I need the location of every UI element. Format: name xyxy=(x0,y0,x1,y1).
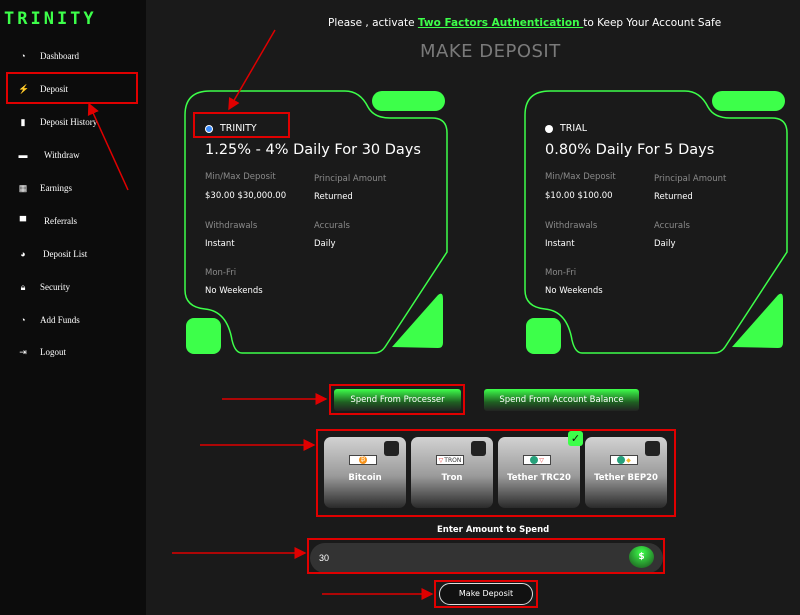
currency-name: Tron xyxy=(441,473,463,483)
sidebar-item-logout[interactable]: ⇥ Logout xyxy=(18,342,66,362)
plan-card-trinity[interactable]: TRINITY 1.25% - 4% Daily For 30 Days Min… xyxy=(180,85,460,360)
gauge-icon: ◔ xyxy=(20,315,26,325)
plan-card-trial[interactable]: TRIAL 0.80% Daily For 5 Days Min/Max Dep… xyxy=(520,85,800,360)
handshake-icon: ▀ xyxy=(19,216,27,226)
withdrawals-label: Withdrawals xyxy=(205,221,258,231)
plan-rate: 1.25% - 4% Daily For 30 Days xyxy=(205,142,421,158)
currency-bitcoin[interactable]: ₿ Bitcoin xyxy=(324,437,406,508)
tether-tron-icon: ▽ xyxy=(523,455,551,465)
min-max-label: Min/Max Deposit xyxy=(545,172,616,182)
accruals-label: Accurals xyxy=(654,221,690,231)
bitcoin-icon: ₿ xyxy=(349,455,377,465)
plan-name: TRIAL xyxy=(560,123,587,134)
gauge-icon: ◔ xyxy=(20,51,26,61)
schedule-value: No Weekends xyxy=(545,286,603,296)
tether-bnb-icon: ◆ xyxy=(610,455,638,465)
plan-radio[interactable] xyxy=(545,124,553,133)
sidebar-item-label: Dashboard xyxy=(40,51,79,61)
principal-value: Returned xyxy=(654,192,693,202)
withdrawals-label: Withdrawals xyxy=(545,221,598,231)
amount-label: Enter Amount to Spend xyxy=(437,525,550,535)
currency-tether-trc20[interactable]: ✓ ▽ Tether TRC20 xyxy=(498,431,583,508)
security-notice: Please , activate Two Factors Authentica… xyxy=(328,17,721,29)
lock-icon: 🔒︎ xyxy=(20,281,26,292)
tron-icon: ▽ TRON xyxy=(436,455,464,465)
sign-in-icon: ⇥ xyxy=(19,346,27,357)
make-deposit-button[interactable]: Make Deposit xyxy=(439,583,533,605)
two-factor-link[interactable]: Two Factors Authentication xyxy=(418,17,583,29)
sidebar-item-label: Deposit xyxy=(40,84,68,94)
bolt-icon: ⚡ xyxy=(18,83,30,94)
spend-from-balance-button[interactable]: Spend From Account Balance xyxy=(484,389,639,411)
currency-name: Tether BEP20 xyxy=(594,473,658,483)
sidebar-item-label: Deposit List xyxy=(43,249,88,259)
withdrawals-value: Instant xyxy=(205,239,235,249)
sidebar-item-deposit-history[interactable]: ▮ Deposit History xyxy=(18,112,98,132)
tron-logo-text: TRON xyxy=(444,456,462,464)
checkbox[interactable] xyxy=(645,441,660,456)
plan-name: TRINITY xyxy=(220,123,257,134)
spend-from-processor-button[interactable]: Spend From Processer xyxy=(334,389,461,411)
sidebar-item-label: Add Funds xyxy=(40,315,80,325)
sidebar-item-security[interactable]: 🔒︎ Security xyxy=(18,277,70,297)
sidebar-item-label: Security xyxy=(40,282,70,292)
sidebar-item-add-funds[interactable]: ◔ Add Funds xyxy=(18,310,80,330)
principal-value: Returned xyxy=(314,192,353,202)
sidebar-item-deposit[interactable]: ⚡ Deposit xyxy=(18,79,68,99)
schedule-label: Mon-Fri xyxy=(545,268,577,278)
sidebar: TRINITY ◔ Dashboard ⚡ Deposit ▮ Deposit His… xyxy=(0,0,146,615)
check-icon[interactable]: ✓ xyxy=(568,431,583,446)
sidebar-item-label: Logout xyxy=(40,347,66,357)
principal-label: Principal Amount xyxy=(654,174,727,184)
pie-chart-icon: ◕ xyxy=(20,249,26,259)
sidebar-item-withdraw[interactable]: ▬ Withdraw xyxy=(18,145,80,165)
min-max-value: $10.00 $100.00 xyxy=(545,191,613,201)
dollar-icon: $ xyxy=(629,546,654,568)
principal-label: Principal Amount xyxy=(314,174,387,184)
sidebar-item-label: Earnings xyxy=(40,183,72,193)
withdrawals-value: Instant xyxy=(545,239,575,249)
accruals-label: Accurals xyxy=(314,221,350,231)
sidebar-item-earnings[interactable]: ▦ Earnings xyxy=(18,178,72,198)
accruals-value: Daily xyxy=(314,239,336,249)
amount-input[interactable] xyxy=(310,543,663,573)
sidebar-item-label: Deposit History xyxy=(40,117,98,127)
min-max-label: Min/Max Deposit xyxy=(205,172,276,182)
credit-card-icon: ▬ xyxy=(18,150,28,160)
currency-name: Bitcoin xyxy=(348,473,382,483)
plan-radio[interactable] xyxy=(205,124,213,133)
checkbox[interactable] xyxy=(384,441,399,456)
calendar-icon: ▦ xyxy=(18,182,28,193)
min-max-value: $30.00 $30,000.00 xyxy=(205,191,287,201)
plan-rate: 0.80% Daily For 5 Days xyxy=(545,142,715,158)
sidebar-item-label: Referrals xyxy=(44,216,77,226)
sidebar-item-dashboard[interactable]: ◔ Dashboard xyxy=(18,46,79,66)
page-title: MAKE DEPOSIT xyxy=(420,41,561,62)
checkbox[interactable] xyxy=(471,441,486,456)
currency-name: Tether TRC20 xyxy=(507,473,571,483)
notice-text: Please , activate xyxy=(328,17,418,29)
sidebar-item-deposit-list[interactable]: ◕ Deposit List xyxy=(18,244,87,264)
schedule-label: Mon-Fri xyxy=(205,268,237,278)
clipboard-icon: ▮ xyxy=(20,116,26,127)
sidebar-item-referrals[interactable]: ▀ Referrals xyxy=(18,211,77,231)
sidebar-item-label: Withdraw xyxy=(44,150,80,160)
currency-tether-bep20[interactable]: ◆ Tether BEP20 xyxy=(585,437,667,508)
notice-text: to Keep Your Account Safe xyxy=(583,17,722,29)
currency-tron[interactable]: ▽ TRON Tron xyxy=(411,437,493,508)
accruals-value: Daily xyxy=(654,239,676,249)
schedule-value: No Weekends xyxy=(205,286,263,296)
logo: TRINITY xyxy=(4,9,97,29)
